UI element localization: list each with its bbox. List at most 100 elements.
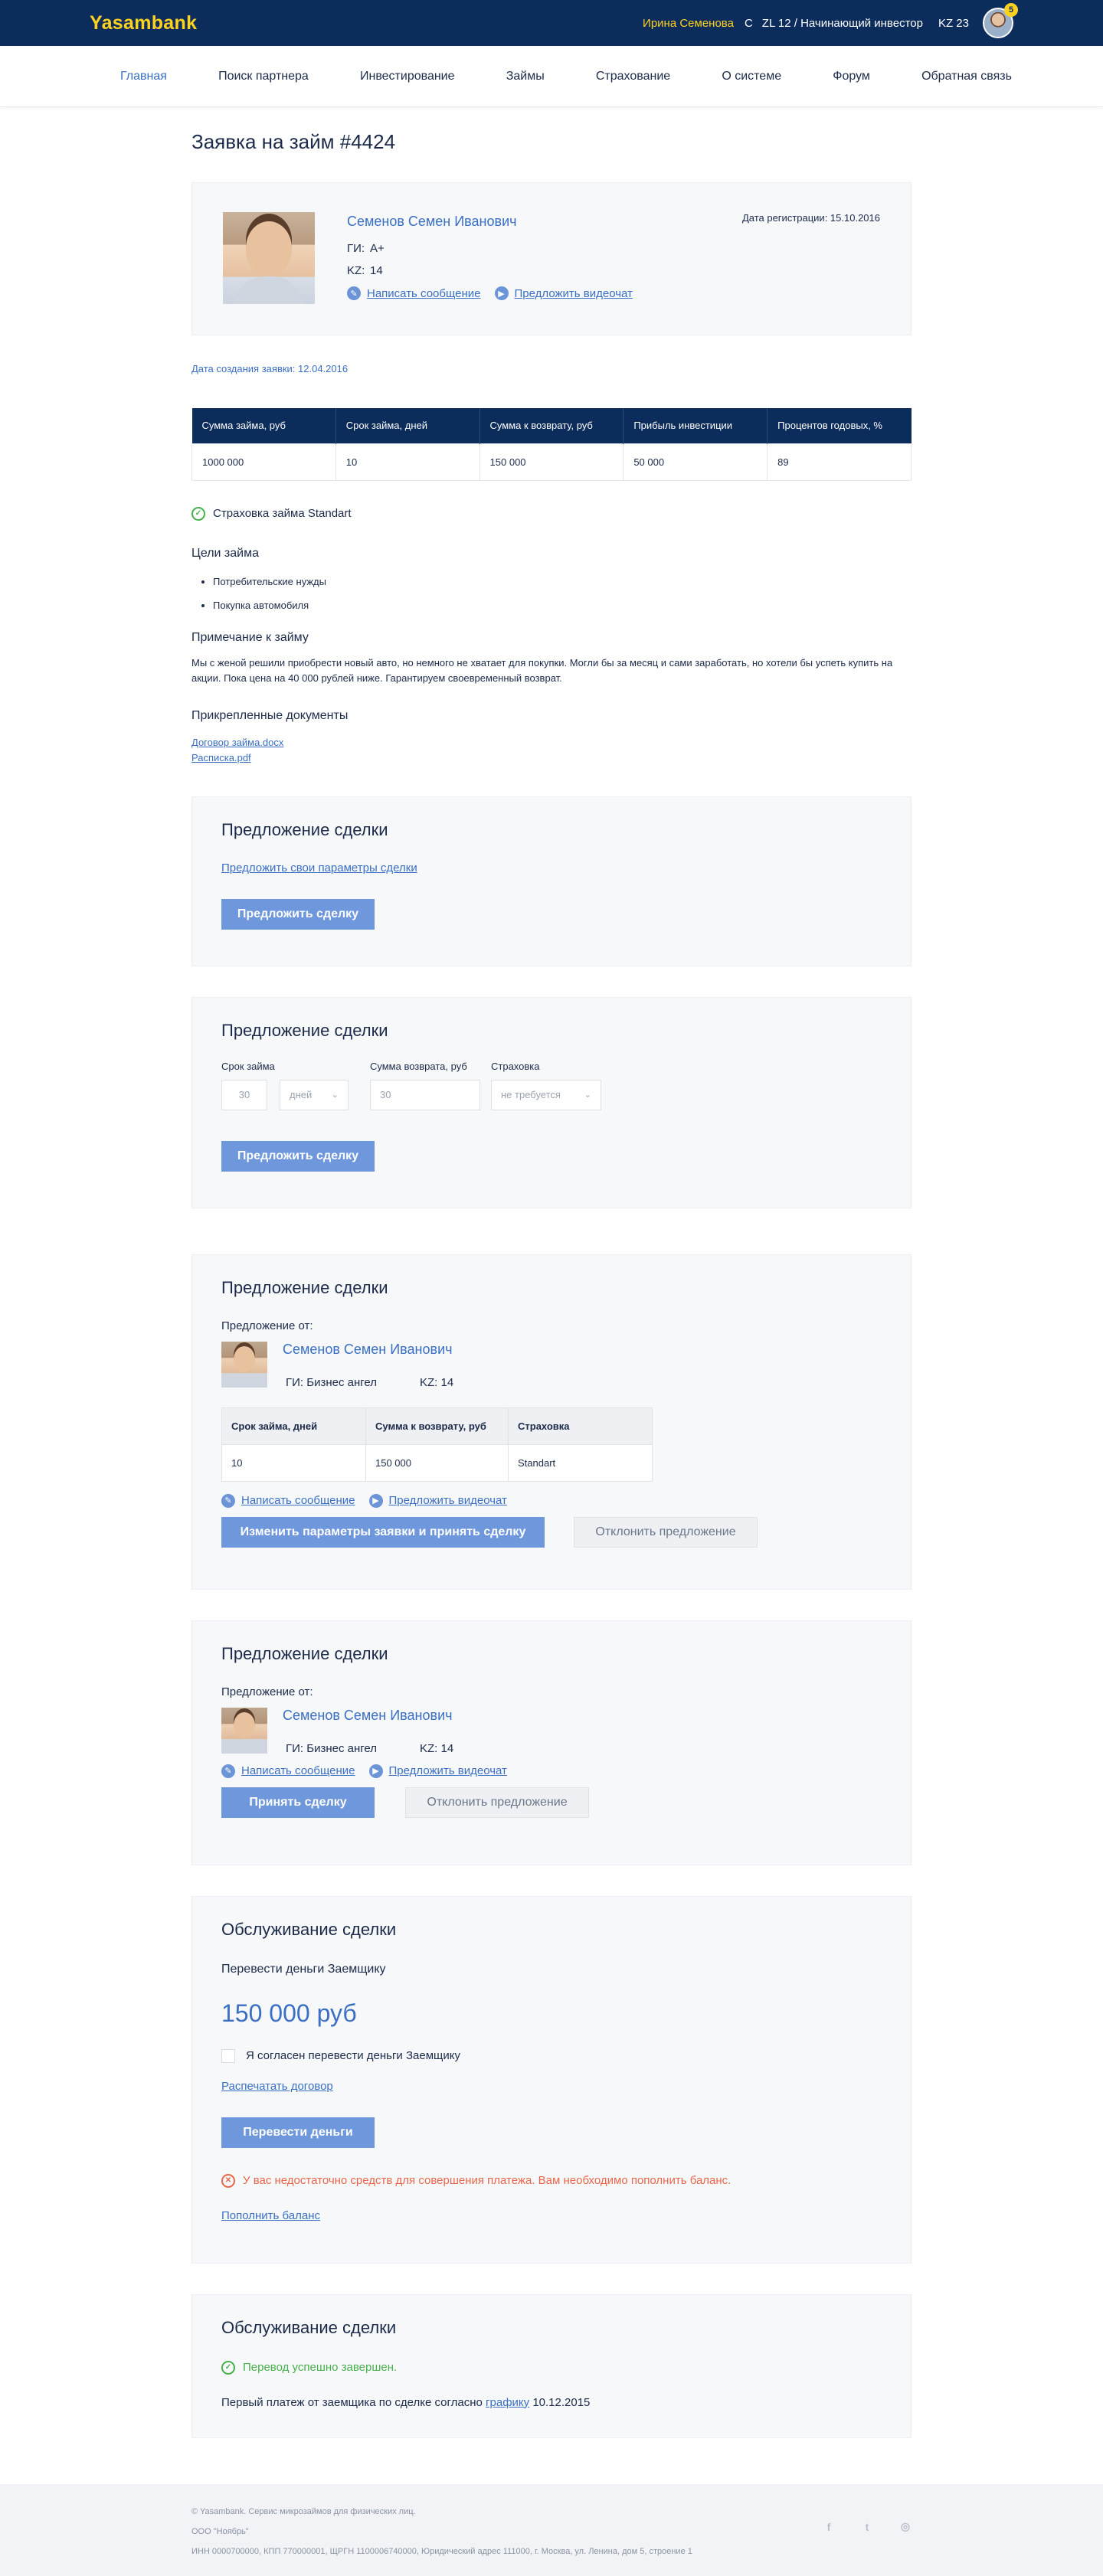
insurance-label: Страховка: [491, 1060, 540, 1072]
facebook-icon[interactable]: f: [823, 2521, 835, 2533]
deal-offer-panel-1: Предложение сделки Предложить свои парам…: [191, 796, 912, 966]
cell-profit: 50 000: [623, 443, 768, 481]
col-return-amount: Сумма к возврату, руб: [479, 408, 624, 443]
accept-deal-button[interactable]: Принять сделку: [221, 1787, 375, 1818]
return-amount-input[interactable]: 30: [370, 1079, 480, 1110]
term-unit-select[interactable]: дней ⌄: [280, 1079, 349, 1110]
transfer-label: Перевести деньги Заемщику: [221, 1962, 386, 1976]
kz-row: KZ: 14: [347, 264, 646, 277]
nav-item-forum[interactable]: Форум: [833, 70, 870, 83]
cell-insurance: Standart: [508, 1443, 653, 1482]
offerer-meta: ГИ: Бизнес ангел KZ: 14: [286, 1742, 453, 1755]
panel-title: Обслуживание сделки: [221, 1919, 397, 1939]
deal-offer-panel-3: Предложение сделки Предложение от: Семен…: [191, 1254, 912, 1590]
docs-title: Прикрепленные документы: [191, 708, 349, 722]
doc-link-receipt[interactable]: Расписка.pdf: [191, 750, 912, 766]
pencil-icon: ✎: [221, 1764, 235, 1778]
registration-date: Дата регистрации: 15.10.2016: [741, 212, 880, 224]
offerer-gi: ГИ: Бизнес ангел: [286, 1375, 377, 1389]
top-bar: Yasambank Ирина Семенова C ZL 12 / Начин…: [0, 0, 1103, 46]
write-message-link[interactable]: Написать сообщение: [241, 1494, 355, 1507]
kz-label: KZ:: [347, 264, 365, 277]
nav-item-insurance[interactable]: Страхование: [596, 70, 670, 83]
investor-status: ZL 12 / Начинающий инвестор: [761, 16, 923, 30]
note-title: Примечание к займу: [191, 630, 309, 644]
write-message-link[interactable]: Написать сообщение: [367, 287, 481, 300]
agree-label: Я согласен перевести деньги Заемщику: [246, 2049, 460, 2062]
schedule-link[interactable]: графику: [486, 2396, 529, 2409]
logo[interactable]: Yasambank: [90, 12, 197, 34]
propose-deal-button[interactable]: Предложить сделку: [221, 898, 375, 930]
insurance-select[interactable]: не требуется ⌄: [491, 1079, 601, 1110]
list-item: Потребительские нужды: [213, 576, 912, 587]
agree-checkbox[interactable]: [221, 2048, 235, 2063]
offerer-kz: KZ: 14: [420, 1375, 454, 1389]
col-loan-amount: Сумма займа, руб: [191, 408, 336, 443]
offer-video-link[interactable]: Предложить видеочат: [389, 1494, 507, 1507]
deal-offer-panel-2: Предложение сделки Срок займа Сумма возв…: [191, 996, 912, 1208]
propose-params-link[interactable]: Предложить свои параметры сделки: [221, 861, 417, 874]
agree-checkbox-row[interactable]: Я согласен перевести деньги Заемщику: [221, 2048, 882, 2063]
chevron-down-icon: ⌄: [584, 1090, 591, 1100]
error-message: ✕ У вас недостаточно средств для соверше…: [221, 2173, 882, 2188]
pencil-icon: ✎: [221, 1493, 235, 1508]
twitter-icon[interactable]: t: [861, 2521, 873, 2533]
check-icon: ✓: [221, 2360, 235, 2375]
kz-value: 14: [370, 264, 383, 277]
gi-value: A+: [370, 242, 385, 255]
col-annual-rate: Процентов годовых, %: [767, 408, 912, 443]
write-message-link[interactable]: Написать сообщение: [241, 1764, 355, 1777]
col-return: Сумма к возврату, руб: [365, 1407, 509, 1445]
docs-list: Договор займа.docx Расписка.pdf: [191, 735, 912, 766]
user-name[interactable]: Ирина Семенова: [643, 17, 734, 30]
transfer-money-button[interactable]: Перевести деньги: [221, 2117, 375, 2148]
first-payment-prefix: Первый платеж от заемщика по сделке согл…: [221, 2395, 483, 2409]
change-and-accept-button[interactable]: Изменить параметры заявки и принять сдел…: [221, 1516, 545, 1548]
deal-service-panel-2: Обслуживание сделки ✓ Перевод успешно за…: [191, 2293, 912, 2438]
decline-offer-button[interactable]: Отклонить предложение: [405, 1787, 589, 1818]
nav-item-about[interactable]: О системе: [722, 70, 781, 83]
panel-title: Обслуживание сделки: [221, 2317, 397, 2337]
offer-buttons: Принять сделку Отклонить предложение: [221, 1787, 882, 1818]
col-loan-term: Срок займа, дней: [335, 408, 480, 443]
doc-link-contract[interactable]: Договор займа.docx: [191, 735, 912, 750]
top-up-balance-link[interactable]: Пополнить баланс: [221, 2209, 320, 2222]
user-area: Ирина Семенова C ZL 12 / Начинающий инве…: [643, 3, 1018, 38]
nav-item-loans[interactable]: Займы: [506, 70, 545, 83]
kz-score: KZ 23: [938, 16, 969, 30]
cell-annual-rate: 89: [767, 443, 912, 481]
borrower-name[interactable]: Семенов Семен Иванович: [347, 214, 646, 230]
nav-item-investing[interactable]: Инвестирование: [360, 70, 455, 83]
col-profit: Прибыль инвестиции: [623, 408, 768, 443]
insurance-value: не требуется: [501, 1089, 561, 1100]
form-labels: Срок займа Сумма возврата, руб Страховка: [221, 1061, 882, 1072]
propose-deal-button[interactable]: Предложить сделку: [221, 1140, 375, 1172]
offer-video-link[interactable]: Предложить видеочат: [389, 1764, 507, 1777]
video-icon: ▶: [494, 286, 509, 300]
notification-badge[interactable]: 5: [1004, 3, 1018, 17]
user-avatar[interactable]: 5: [983, 3, 1018, 38]
goals-list: Потребительские нужды Покупка автомобиля: [191, 576, 912, 611]
social-links: f t ◎: [797, 2520, 912, 2533]
print-contract-link[interactable]: Распечатать договор: [221, 2080, 333, 2093]
first-payment-date: 10.12.2015: [532, 2395, 591, 2409]
offer-video-link[interactable]: Предложить видеочат: [515, 287, 633, 300]
goals-title: Цели займа: [191, 546, 259, 560]
gi-label: ГИ:: [347, 242, 365, 255]
term-input[interactable]: 30: [221, 1079, 267, 1110]
offerer-name[interactable]: Семенов Семен Иванович: [283, 1708, 453, 1724]
nav-item-feedback[interactable]: Обратная связь: [921, 70, 1012, 83]
offerer-name[interactable]: Семенов Семен Иванович: [283, 1342, 453, 1358]
borrower-actions: ✎ Написать сообщение ▶ Предложить видеоч…: [347, 286, 646, 300]
offerer-photo: [221, 1341, 267, 1388]
cell-return-amount: 150 000: [479, 443, 624, 481]
cell-loan-amount: 1000 000: [191, 443, 336, 481]
instagram-icon[interactable]: ◎: [899, 2520, 912, 2533]
borrower-card: Семенов Семен Иванович ГИ: A+ KZ: 14 ✎ Н…: [191, 182, 912, 335]
nav-item-home[interactable]: Главная: [120, 70, 167, 83]
offerer-photo: [221, 1707, 267, 1754]
decline-offer-button[interactable]: Отклонить предложение: [574, 1516, 758, 1548]
footer: © Yasambank. Сервис микрозаймов для физи…: [0, 2483, 1103, 2576]
nav-item-partner-search[interactable]: Поиск партнера: [218, 70, 309, 83]
cell-loan-term: 10: [335, 443, 480, 481]
